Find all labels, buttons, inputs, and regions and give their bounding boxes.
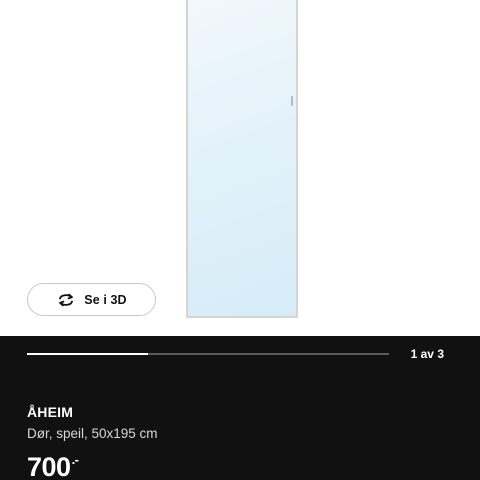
price-value: 700: [27, 452, 71, 480]
product-image-carousel[interactable]: Se i 3D: [0, 0, 480, 336]
carousel-progress-fill: [27, 353, 148, 355]
product-name: ÅHEIM: [27, 404, 74, 420]
view-in-3d-button[interactable]: Se i 3D: [27, 283, 156, 316]
view-in-3d-label: Se i 3D: [84, 292, 127, 307]
product-description: Dør, speil, 50x195 cm: [27, 426, 158, 441]
carousel-progress-bar[interactable]: [27, 353, 389, 355]
product-page: Se i 3D 1 av 3 ÅHEIM Dør, speil, 50x195 …: [0, 0, 480, 480]
carousel-counter: 1 av 3: [410, 347, 444, 361]
price-suffix: .-: [71, 452, 79, 467]
product-image-mirror-door: [186, 0, 298, 318]
mirror-hinge: [291, 96, 293, 106]
rotate-3d-icon: [56, 292, 76, 308]
product-info-panel: 1 av 3 ÅHEIM Dør, speil, 50x195 cm 700.-: [0, 336, 480, 480]
product-price: 700.-: [27, 452, 79, 480]
